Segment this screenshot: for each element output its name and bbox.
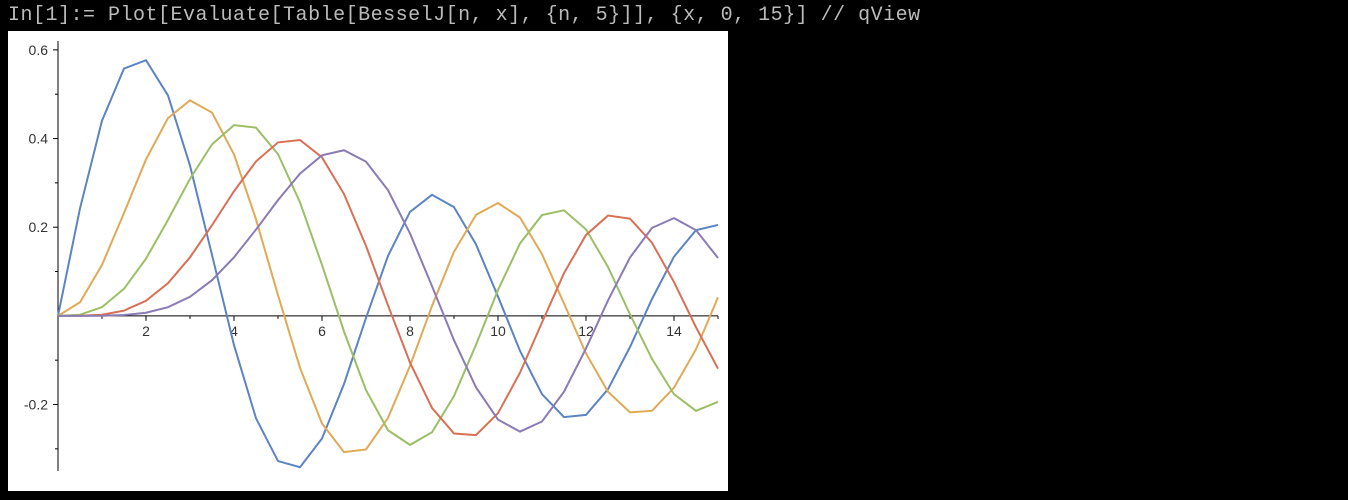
input-prompt-line: In[1]:= Plot[Evaluate[Table[BesselJ[n, x…: [0, 0, 1348, 31]
x-tick-label: 10: [490, 323, 506, 339]
x-tick-label: 8: [406, 323, 414, 339]
plot-output: 2468101214-0.20.20.40.6: [8, 31, 728, 491]
series-1: [58, 60, 718, 467]
prompt-prefix: In[1]:=: [8, 4, 96, 27]
x-tick-label: 2: [142, 323, 150, 339]
y-tick-label: 0.2: [29, 219, 49, 235]
y-tick-label: 0.6: [29, 42, 49, 58]
y-tick-label: 0.4: [29, 131, 49, 147]
series-4: [58, 140, 718, 435]
prompt-code: Plot[Evaluate[Table[BesselJ[n, x], {n, 5…: [108, 4, 921, 27]
chart-svg: 2468101214-0.20.20.40.6: [8, 31, 728, 491]
series-2: [58, 100, 718, 452]
y-tick-label: -0.2: [24, 397, 48, 413]
x-tick-label: 6: [318, 323, 326, 339]
series-3: [58, 125, 718, 445]
x-tick-label: 14: [666, 323, 682, 339]
